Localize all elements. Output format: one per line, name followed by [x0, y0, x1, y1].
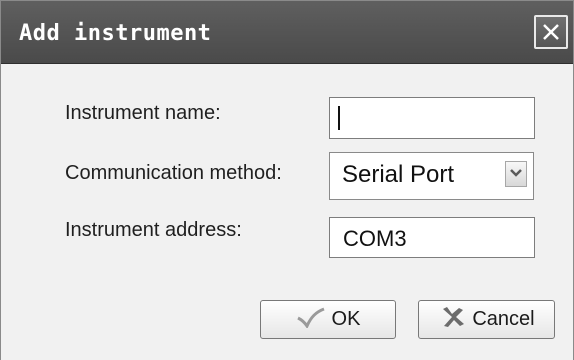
communication-method-select[interactable]: Serial Port — [329, 152, 534, 200]
instrument-address-value: COM3 — [343, 226, 407, 251]
close-button[interactable] — [534, 15, 568, 49]
dialog-content: Instrument name: Communication method: S… — [1, 64, 573, 360]
dropdown-button[interactable] — [505, 161, 527, 187]
x-icon — [438, 305, 466, 335]
instrument-address-label: Instrument address: — [65, 219, 242, 241]
close-icon — [540, 21, 562, 43]
add-instrument-dialog: Add instrument Instrument name: Communic… — [0, 0, 574, 360]
dialog-title: Add instrument — [19, 21, 212, 46]
cancel-label: Cancel — [472, 308, 535, 330]
text-caret — [338, 106, 340, 130]
instrument-name-label: Instrument name: — [65, 102, 221, 124]
checkmark-icon — [296, 306, 326, 334]
instrument-address-input[interactable]: COM3 — [329, 217, 535, 258]
chevron-down-icon — [509, 165, 523, 183]
ok-label: OK — [331, 308, 361, 330]
cancel-button[interactable]: Cancel — [418, 300, 555, 339]
instrument-name-input[interactable] — [329, 97, 535, 139]
title-bar[interactable]: Add instrument — [1, 1, 573, 64]
ok-button[interactable]: OK — [260, 300, 396, 339]
communication-method-label: Communication method: — [65, 162, 282, 184]
communication-method-value: Serial Port — [342, 161, 455, 188]
